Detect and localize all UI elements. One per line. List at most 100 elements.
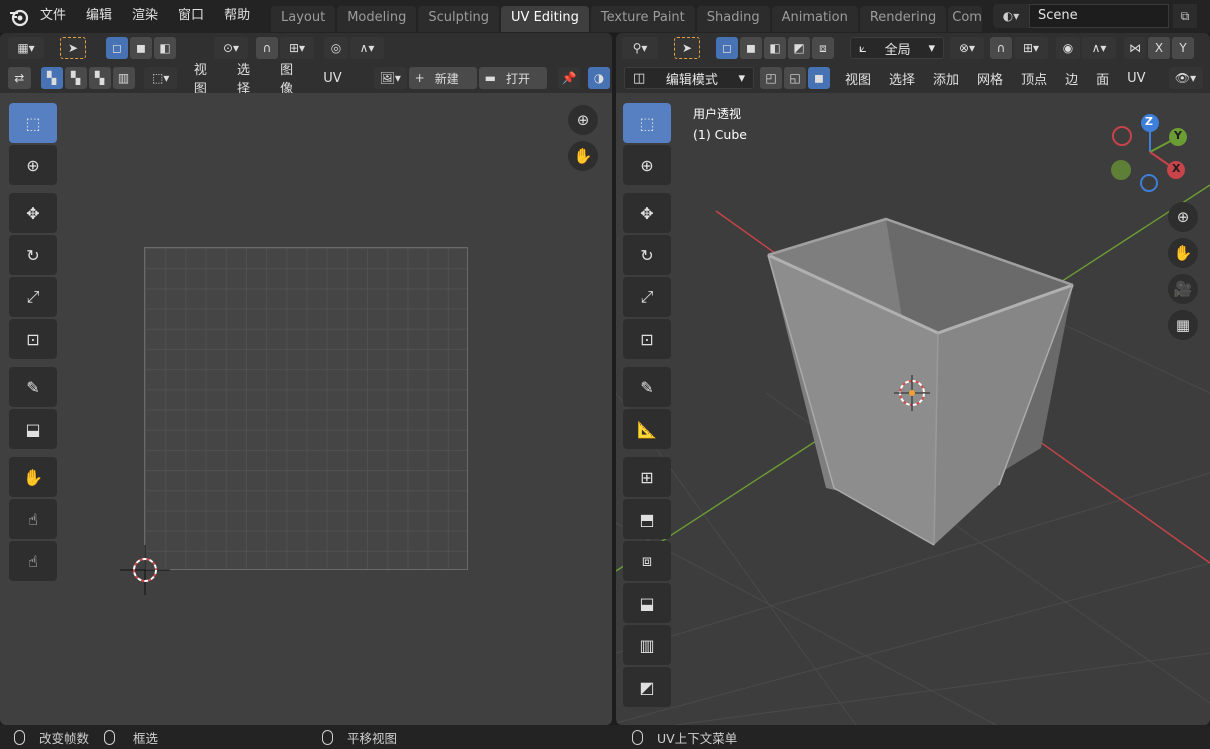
viewport-select-extend-icon[interactable]: ◼ (740, 37, 762, 59)
falloff-icon[interactable]: ∧▾ (350, 37, 384, 59)
viewport-select-box-tool-icon[interactable]: ⬚ (623, 103, 671, 143)
edge-select-icon[interactable]: ▚ (64, 67, 87, 89)
tab-shading[interactable]: Shading (696, 6, 770, 32)
viewport-select-intersect-icon[interactable]: ⧈ (812, 37, 834, 59)
viewport-snap-icon[interactable]: ∩ (990, 37, 1012, 59)
scale-tool-icon[interactable]: ⤢ (9, 277, 57, 317)
snap-target-icon[interactable]: ⊞▾ (280, 37, 314, 59)
annotate-tool-icon[interactable]: ✎ (9, 367, 57, 407)
viewport-pivot-icon[interactable]: ⊗▾ (950, 37, 984, 59)
pan-hand-icon[interactable]: ✋ (568, 141, 598, 171)
proportional-edit-icon[interactable]: ◎ (324, 37, 348, 59)
grab-tool-icon[interactable]: ✋ (9, 457, 57, 497)
face-select-icon[interactable]: ▚ (88, 67, 111, 89)
scene-name-field[interactable]: Scene (1029, 4, 1169, 28)
rotate-tool-icon[interactable]: ↻ (9, 235, 57, 275)
viewport-zoom-icon[interactable]: ⊕ (1168, 202, 1198, 232)
pinch-tool-icon[interactable]: ☝ (9, 541, 57, 581)
image-browse-icon[interactable]: 🖼▾ (373, 67, 407, 89)
transform-orientation-dropdown[interactable]: ⟀ 全局 ▾ (850, 37, 944, 59)
overlay-icon[interactable]: ◑ (588, 67, 611, 89)
viewport-menu-add[interactable]: 添加 (924, 69, 968, 88)
visibility-icon[interactable]: 👁▾ (1168, 67, 1203, 89)
viewport-menu-select[interactable]: 选择 (880, 69, 924, 88)
select-mode-extend-icon[interactable]: ◼ (130, 37, 152, 59)
viewport-transform-tool-icon[interactable]: ⊡ (623, 319, 671, 359)
viewport-annotate-tool-icon[interactable]: ✎ (623, 367, 671, 407)
tab-sculpting[interactable]: Sculpting (418, 6, 500, 32)
viewport-menu-uv[interactable]: UV (1118, 71, 1154, 86)
uv-menu-select[interactable]: 选择 (228, 59, 271, 97)
uv-menu-image[interactable]: 图像 (271, 59, 314, 97)
select-box-tool-icon[interactable]: ⬚ (9, 103, 57, 143)
face-mode-icon[interactable]: ◼ (808, 67, 830, 89)
viewport-menu-face[interactable]: 面 (1087, 69, 1118, 88)
open-image-button[interactable]: ▬ 打开 (478, 67, 547, 89)
camera-icon[interactable]: 🎥 (1168, 274, 1198, 304)
viewport-select-new-icon[interactable]: ◻ (716, 37, 738, 59)
viewport-canvas[interactable]: Z Y X 用户透视 (1) Cube ⊕ ✋ 🎥 ▦ (616, 93, 1210, 725)
axis-x-button[interactable]: X (1148, 37, 1170, 59)
measure-tool-icon[interactable]: 📐 (623, 409, 671, 449)
uv-canvas[interactable]: ⊕ ✋ (0, 93, 612, 725)
viewport-menu-vertex[interactable]: 顶点 (1012, 69, 1056, 88)
viewport-select-subtract-icon[interactable]: ◧ (764, 37, 786, 59)
inset-tool-icon[interactable]: ⧈ (623, 541, 671, 581)
tab-layout[interactable]: Layout (271, 6, 336, 32)
rip-tool-icon[interactable]: ⬓ (9, 409, 57, 449)
uv-grid[interactable] (144, 247, 468, 570)
bevel-tool-icon[interactable]: ⬓ (623, 583, 671, 623)
viewport-editor-type-icon[interactable]: ⚲▾ (622, 37, 658, 59)
tab-compositing[interactable]: Com (948, 6, 983, 32)
editor-type-icon[interactable]: ▦▾ (8, 37, 44, 59)
sticky-selection-icon[interactable]: ⬚▾ (144, 67, 178, 89)
tab-animation[interactable]: Animation (771, 6, 858, 32)
axis-y-button[interactable]: Y (1172, 37, 1194, 59)
viewport-select-invert-icon[interactable]: ◩ (788, 37, 810, 59)
pin-icon[interactable]: 📌 (558, 67, 581, 89)
tab-texture-paint[interactable]: Texture Paint (590, 6, 695, 32)
viewport-menu-view[interactable]: 视图 (836, 69, 880, 88)
vertex-select-icon[interactable]: ▚ (40, 67, 63, 89)
viewport-move-tool-icon[interactable]: ✥ (623, 193, 671, 233)
viewport-falloff-icon[interactable]: ∧▾ (1082, 37, 1116, 59)
mirror-icon[interactable]: ⋈ (1124, 37, 1146, 59)
viewport-rotate-tool-icon[interactable]: ↻ (623, 235, 671, 275)
loop-cut-tool-icon[interactable]: ▥ (623, 625, 671, 665)
viewport-cursor-tool-icon[interactable]: ⊕ (623, 145, 671, 185)
edge-mode-icon[interactable]: ◱ (784, 67, 806, 89)
snap-icon[interactable]: ∩ (256, 37, 278, 59)
sync-selection-icon[interactable]: ⇄ (7, 67, 31, 89)
new-scene-icon[interactable]: ⧉ (1173, 4, 1197, 28)
menu-file[interactable]: 文件 (30, 7, 76, 25)
viewport-pan-hand-icon[interactable]: ✋ (1168, 238, 1198, 268)
move-tool-icon[interactable]: ✥ (9, 193, 57, 233)
uv-menu-uv[interactable]: UV (314, 71, 350, 86)
transform-tool-icon[interactable]: ⊡ (9, 319, 57, 359)
select-mode-new-icon[interactable]: ◻ (106, 37, 128, 59)
select-tool-icon[interactable]: ➤ (60, 37, 86, 59)
tab-uv-editing[interactable]: UV Editing (501, 6, 589, 32)
tab-modeling[interactable]: Modeling (337, 6, 417, 32)
uv-menu-view[interactable]: 视图 (185, 59, 228, 97)
menu-render[interactable]: 渲染 (122, 7, 168, 25)
perspective-grid-icon[interactable]: ▦ (1168, 310, 1198, 340)
vertex-mode-icon[interactable]: ◰ (760, 67, 782, 89)
tab-rendering[interactable]: Rendering (859, 6, 947, 32)
viewport-menu-mesh[interactable]: 网格 (968, 69, 1012, 88)
add-cube-tool-icon[interactable]: ⊞ (623, 457, 671, 497)
pivot-icon[interactable]: ⊙▾ (214, 37, 248, 59)
menu-edit[interactable]: 编辑 (76, 7, 122, 25)
island-select-icon[interactable]: ▥ (112, 67, 135, 89)
viewport-snap-target-icon[interactable]: ⊞▾ (1014, 37, 1048, 59)
select-mode-subtract-icon[interactable]: ◧ (154, 37, 176, 59)
zoom-icon[interactable]: ⊕ (568, 105, 598, 135)
relax-tool-icon[interactable]: ☝ (9, 499, 57, 539)
menu-window[interactable]: 窗口 (168, 7, 214, 25)
2d-cursor-icon[interactable] (120, 545, 170, 595)
menu-help[interactable]: 帮助 (214, 7, 260, 25)
viewport-scale-tool-icon[interactable]: ⤢ (623, 277, 671, 317)
viewport-menu-edge[interactable]: 边 (1056, 69, 1087, 88)
viewport-proportional-icon[interactable]: ◉ (1056, 37, 1080, 59)
scene-icon[interactable]: ◐▾ (993, 4, 1029, 28)
